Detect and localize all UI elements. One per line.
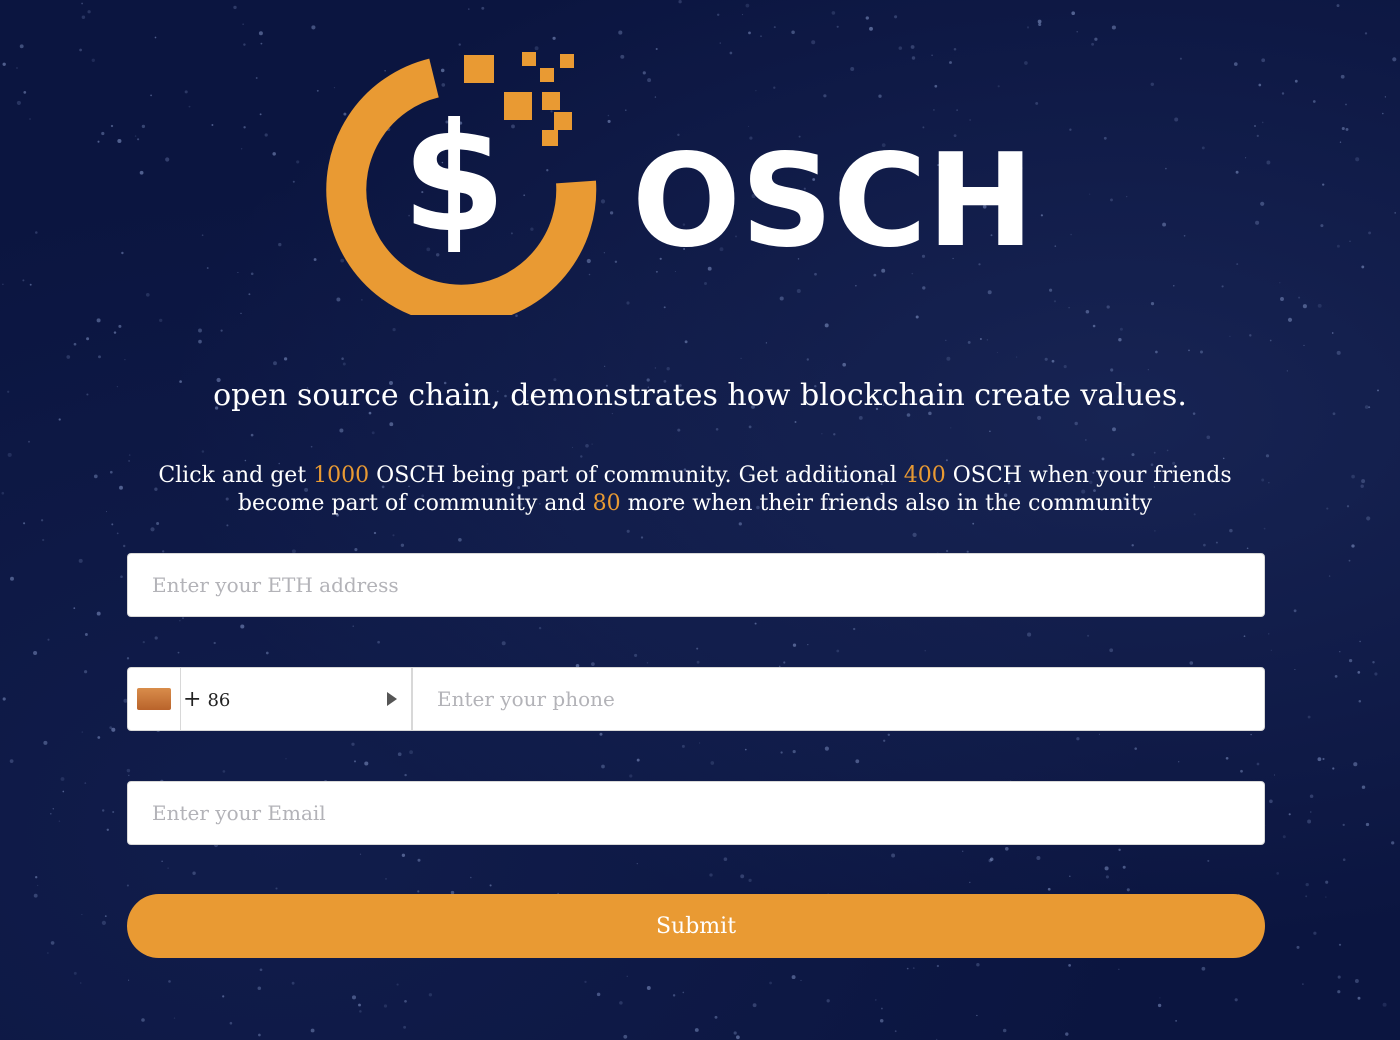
china-flag-icon (137, 688, 171, 710)
email-input[interactable] (128, 782, 1264, 844)
submit-button[interactable]: Submit (127, 894, 1265, 958)
dial-plus: + (183, 686, 202, 712)
promo-part-4: more when their friends also in the comm… (620, 491, 1153, 516)
country-code-select[interactable]: +86 (127, 667, 412, 731)
promo-part-1: Click and get (158, 463, 314, 488)
logo-dollar-glyph: $ (402, 92, 506, 266)
osch-logo: $ OSCH (314, 50, 1094, 325)
coin-dollar-logo-icon: $ OSCH (326, 52, 1034, 325)
phone-input[interactable] (413, 668, 1264, 730)
dial-code-value: 86 (207, 689, 231, 711)
promo-amount-80: 80 (592, 491, 621, 516)
caret-right-icon (387, 692, 397, 706)
promo-amount-400: 400 (903, 463, 946, 488)
email-field (127, 781, 1265, 845)
promo-text: Click and get 1000 OSCH being part of co… (130, 462, 1260, 518)
promo-part-2: OSCH being part of community. Get additi… (369, 463, 904, 488)
eth-address-input[interactable] (128, 554, 1264, 616)
promo-amount-1000: 1000 (313, 463, 370, 488)
flag-box (128, 668, 181, 730)
eth-address-field (127, 553, 1265, 617)
logo-wordmark: OSCH (632, 127, 1034, 276)
tagline: open source chain, demonstrates how bloc… (213, 378, 1187, 413)
phone-field (412, 667, 1265, 731)
dial-code: +86 (183, 687, 387, 712)
